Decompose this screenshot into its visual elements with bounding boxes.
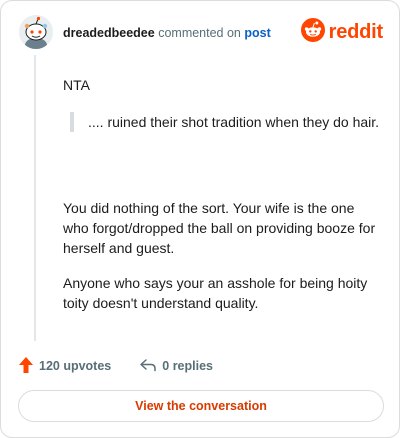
reply-arrow-icon (139, 357, 157, 376)
replies-stat[interactable]: 0 replies (139, 357, 213, 376)
comment-footer: 120 upvotes 0 replies (18, 356, 213, 376)
view-conversation-button[interactable]: View the conversation (18, 390, 384, 422)
comment-first-line: NTA (63, 77, 90, 93)
comment-header: dreadedbeedee commented on post reddit (19, 15, 383, 53)
blockquote: .... ruined their shot tradition when th… (70, 112, 381, 132)
snoo-avatar-icon[interactable] (19, 15, 53, 49)
upvote-arrow-icon (18, 356, 34, 377)
reddit-wordmark: reddit (328, 20, 384, 43)
action-text: commented on (158, 26, 241, 40)
post-link[interactable]: post (244, 26, 270, 40)
replies-count: 0 replies (162, 359, 213, 373)
byline: dreadedbeedee commented on post (63, 26, 271, 40)
upvotes-stat[interactable]: 120 upvotes (18, 356, 111, 377)
reddit-brand[interactable]: reddit (300, 17, 384, 47)
embedded-comment-card: dreadedbeedee commented on post reddit N… (0, 0, 400, 438)
upvotes-count: 120 upvotes (39, 359, 112, 373)
username-link[interactable]: dreadedbeedee (63, 26, 155, 40)
reddit-logo-icon (300, 17, 325, 47)
comment-paragraph: You did nothing of the sort. Your wife i… (63, 200, 376, 256)
thread-line (34, 55, 36, 341)
comment-paragraph: Anyone who says your an asshole for bein… (63, 275, 368, 311)
